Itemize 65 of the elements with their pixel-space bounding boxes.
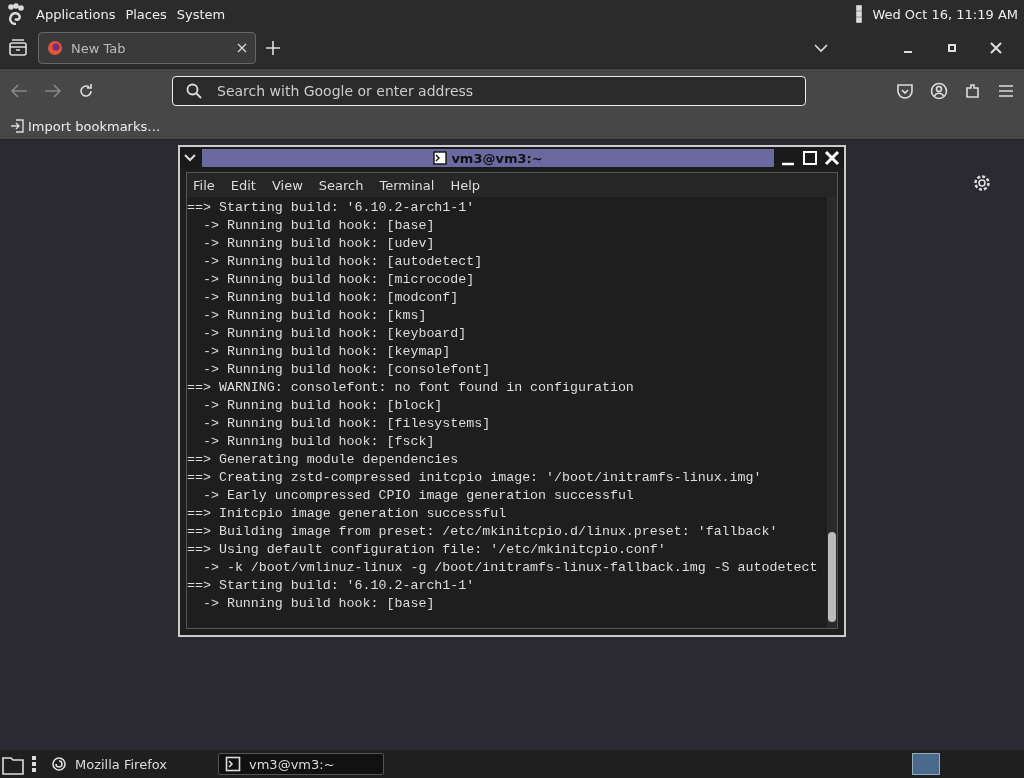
clock[interactable]: Wed Oct 16, 11:19 AM (872, 6, 1018, 22)
chevron-down-icon[interactable] (184, 154, 196, 162)
address-bar[interactable]: Search with Google or enter address (172, 76, 806, 106)
terminal-line: -> Early uncompressed CPIO image generation successful (201, 487, 635, 505)
terminal-line: -> Running build hook: [keymap] (201, 343, 452, 361)
dots-icon[interactable] (32, 756, 36, 772)
terminal-line: -> Running build hook: [consolefont] (201, 361, 492, 379)
new-tab-icon[interactable] (266, 41, 280, 55)
close-icon[interactable] (237, 43, 247, 53)
terminal-line: ==> Creating zstd-compressed initcpio image: '/boot/initramfs-linux.img' (187, 469, 763, 487)
close-icon[interactable] (990, 42, 1002, 54)
dots-icon[interactable] (856, 5, 863, 23)
account-icon[interactable] (930, 82, 948, 100)
terminal-line: ==> Starting build: '6.10.2-arch1-1' (187, 577, 476, 595)
puzzle-icon[interactable] (964, 82, 982, 100)
terminal-line: -> -k /boot/vmlinuz-linux -g /boot/initramfs-linux-fallback.img -S autodetect (201, 559, 819, 577)
import-bookmarks-link[interactable]: Import bookmarks… (10, 118, 161, 134)
taskbar-item[interactable]: Mozilla Firefox (44, 753, 210, 775)
terminal-line: ==> Building image from preset: /etc/mkinitcpio.d/linux.preset: 'fallback' (187, 523, 779, 541)
spiral-icon[interactable] (51, 756, 67, 772)
terminal-line: ==> Generating module dependencies (187, 451, 460, 469)
terminal-line: -> Running build hook: [autodetect] (201, 253, 484, 271)
terminal-menu-item[interactable]: View (271, 177, 303, 193)
maximize-icon[interactable] (802, 150, 818, 166)
browser-logo-icon (47, 40, 63, 56)
terminal-line: ==> Initcpio image generation successful (187, 505, 508, 523)
panel-menu[interactable]: Applications (36, 6, 116, 22)
pocket-icon[interactable] (896, 82, 914, 100)
terminal-line: -> Running build hook: [modconf] (201, 289, 460, 307)
terminal-menu-item[interactable]: Search (318, 177, 364, 193)
terminal-line: -> Running build hook: [base] (201, 217, 436, 235)
chevron-down-icon[interactable] (814, 43, 828, 53)
terminal-menu-item[interactable]: File (193, 177, 215, 193)
import-icon (10, 119, 24, 133)
terminal-menu-item[interactable]: Terminal (379, 177, 435, 193)
panel-menu[interactable]: Places (125, 6, 167, 22)
terminal-line: -> Running build hook: [udev] (201, 235, 436, 253)
terminal-line: ==> Starting build: '6.10.2-arch1-1' (187, 199, 476, 217)
gear-icon[interactable] (973, 174, 991, 192)
terminal-line: -> Running build hook: [microcode] (201, 271, 476, 289)
terminal-line: -> Running build hook: [filesystems] (201, 415, 492, 433)
scrollbar[interactable] (827, 197, 837, 628)
back-icon[interactable] (10, 83, 28, 99)
terminal-line: -> Running build hook: [block] (201, 397, 444, 415)
terminal-line: -> Running build hook: [base] (201, 595, 436, 613)
tab-overview-icon[interactable] (8, 39, 28, 57)
terminal-line: ==> Using default configuration file: '/etc/mkinitcpio.conf' (187, 541, 667, 559)
maximize-icon[interactable] (946, 42, 958, 54)
workspace-switcher[interactable] (912, 753, 940, 775)
reload-icon[interactable] (78, 83, 94, 99)
terminal-menu-item[interactable]: Help (450, 177, 481, 193)
terminal-menu-item[interactable]: Edit (230, 177, 256, 193)
terminal-line: ==> WARNING: consolefont: no font found in configuration (187, 379, 635, 397)
forward-icon[interactable] (44, 83, 62, 99)
terminal-icon (433, 151, 448, 165)
terminal-title: vm3@vm3:~ (202, 149, 774, 167)
search-icon (186, 83, 202, 99)
panel-menu[interactable]: System (176, 6, 226, 22)
browser-tab[interactable]: New Tab (38, 32, 256, 64)
terminal-line: -> Running build hook: [keyboard] (201, 325, 468, 343)
terminal-line: -> Running build hook: [fsck] (201, 433, 436, 451)
terminal-line: -> Running build hook: [kms] (201, 307, 428, 325)
menu-icon[interactable] (998, 84, 1014, 98)
taskbar-item[interactable]: vm3@vm3:~ (218, 753, 384, 775)
terminal-icon[interactable] (225, 756, 241, 772)
